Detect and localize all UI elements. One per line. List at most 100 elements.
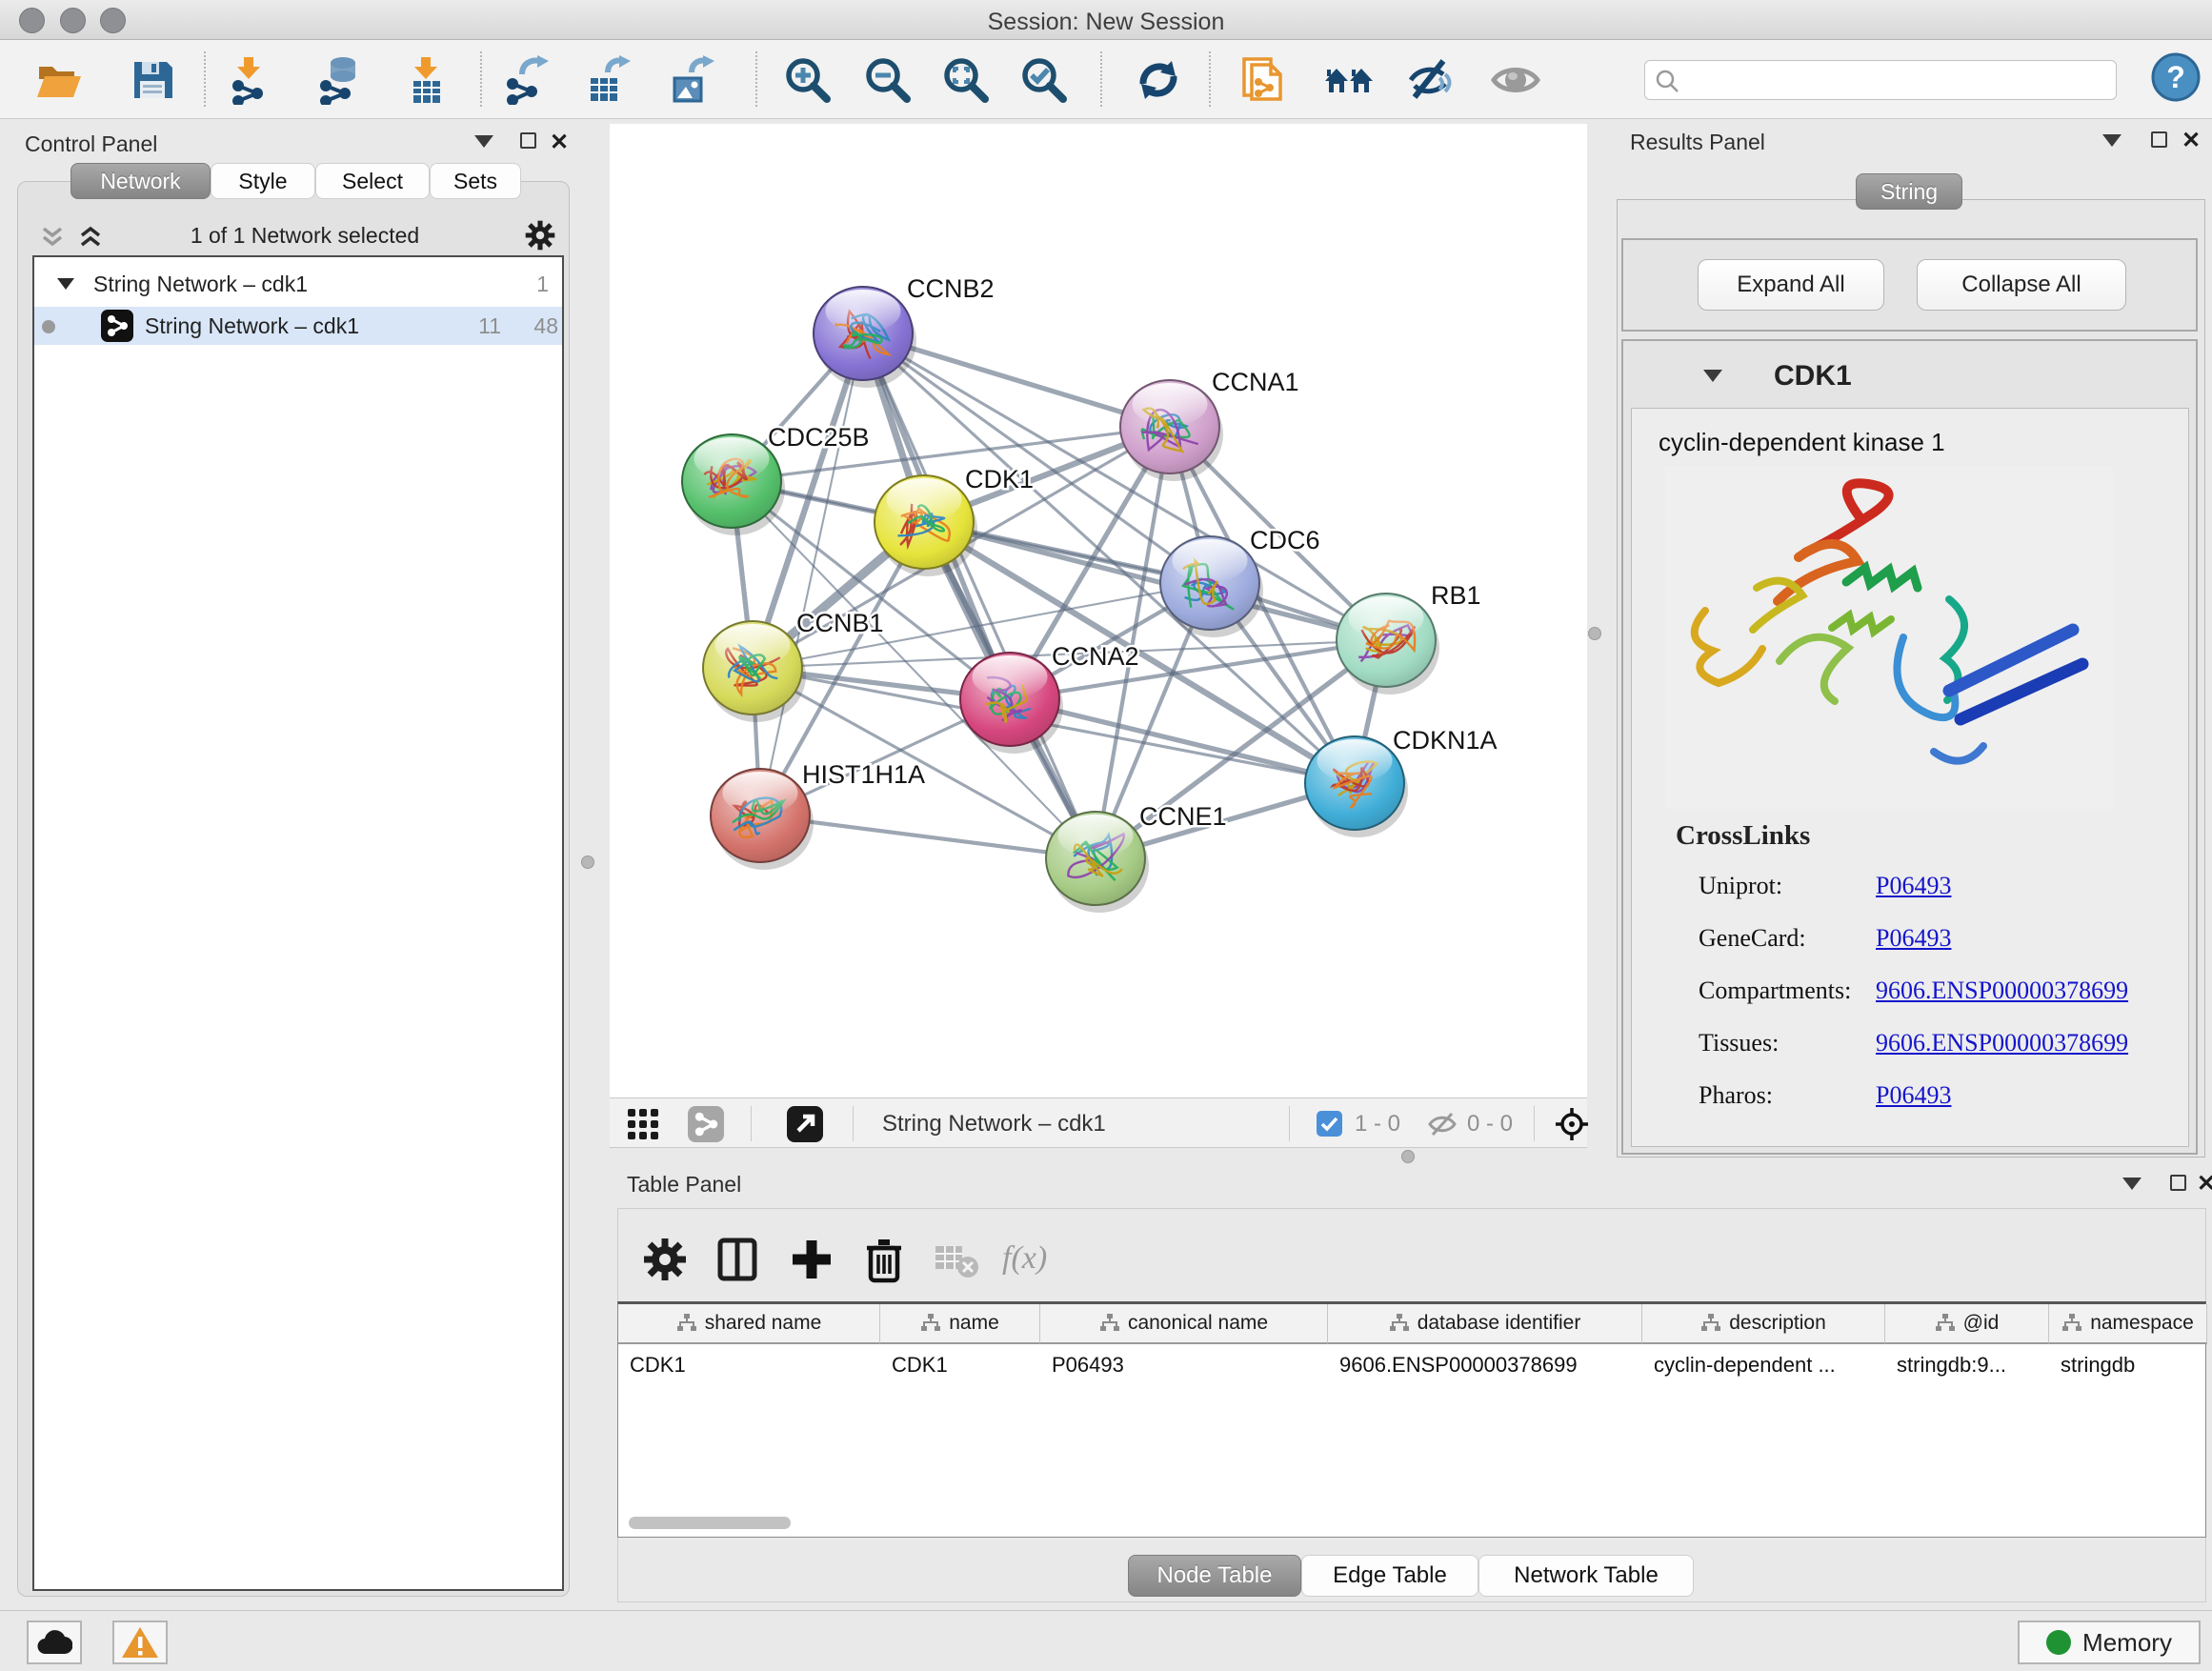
export-network-icon[interactable]: [501, 55, 551, 105]
column-header-namespace[interactable]: namespace: [2049, 1304, 2207, 1344]
table-hscrollbar-thumb[interactable]: [629, 1517, 791, 1529]
import-table-file-icon[interactable]: [402, 55, 452, 105]
tree-expand-icon[interactable]: [57, 278, 74, 290]
node-CDC25B[interactable]: CDC25B: [682, 423, 870, 535]
tab-network[interactable]: Network: [70, 163, 211, 199]
network-graph[interactable]: CCNB2CCNA1CDC25BCDK1CDC6RB1CCNB1CCNA2CDK…: [610, 124, 1587, 1097]
export-image-icon[interactable]: [667, 55, 716, 105]
collection-label: String Network – cdk1: [93, 265, 308, 303]
table-cell[interactable]: P06493: [1040, 1346, 1328, 1384]
table-cell[interactable]: CDK1: [618, 1346, 880, 1384]
node-CCNB1[interactable]: CCNB1: [703, 609, 884, 722]
bottom-splitter-handle[interactable]: [1401, 1150, 1415, 1163]
table-panel-collapse-icon[interactable]: [2122, 1178, 2142, 1190]
crosslink-value-link[interactable]: P06493: [1876, 924, 1951, 953]
string-import-icon[interactable]: [1240, 55, 1290, 105]
tab-sets[interactable]: Sets: [430, 163, 521, 199]
control-panel-close-icon[interactable]: ✕: [550, 131, 569, 154]
network-options-gear-icon[interactable]: [524, 219, 556, 252]
open-in-new-icon[interactable]: [787, 1106, 823, 1142]
selected-checkbox-icon[interactable]: [1317, 1111, 1342, 1137]
control-panel-collapse-icon[interactable]: [474, 135, 493, 148]
help-icon[interactable]: ?: [2151, 52, 2201, 102]
tab-edge-table[interactable]: Edge Table: [1301, 1555, 1478, 1597]
collapse-all-icon[interactable]: [38, 226, 67, 249]
column-header-canonicalname[interactable]: canonical name: [1040, 1304, 1328, 1344]
search-box: [1644, 60, 2117, 100]
column-header-label: namespace: [2090, 1312, 2194, 1335]
network-share-icon[interactable]: [688, 1106, 724, 1142]
node-CDC6[interactable]: CDC6: [1160, 526, 1320, 637]
save-session-icon[interactable]: [128, 55, 177, 105]
tab-style[interactable]: Style: [211, 163, 315, 199]
zoom-fit-icon[interactable]: [941, 55, 991, 105]
zoom-in-icon[interactable]: [783, 55, 833, 105]
column-header-databaseidentifier[interactable]: database identifier: [1328, 1304, 1642, 1344]
table-cell[interactable]: stringdb:9...: [1885, 1346, 2049, 1384]
refresh-icon[interactable]: [1134, 55, 1183, 105]
table-panel-close-icon[interactable]: ✕: [2197, 1173, 2212, 1196]
open-session-icon[interactable]: [34, 55, 84, 105]
table-cell[interactable]: cyclin-dependent ...: [1642, 1346, 1885, 1384]
network-row[interactable]: String Network – cdk1 11 48: [34, 307, 562, 345]
table-cell[interactable]: 9606.ENSP00000378699: [1328, 1346, 1642, 1384]
memory-button[interactable]: Memory: [2018, 1621, 2201, 1664]
string-hide-icon[interactable]: [1405, 55, 1455, 105]
table-panel-float-icon[interactable]: [2170, 1175, 2186, 1191]
tab-string[interactable]: String: [1856, 173, 1962, 210]
delete-column-icon[interactable]: [859, 1235, 909, 1284]
add-column-icon[interactable]: [787, 1235, 836, 1284]
node-CCNE1[interactable]: CCNE1: [1046, 802, 1227, 913]
crosslink-value-link[interactable]: 9606.ENSP00000378699: [1876, 1029, 2128, 1057]
node-HIST1H1A[interactable]: HIST1H1A: [711, 760, 925, 870]
left-splitter-handle[interactable]: [581, 856, 594, 869]
import-network-database-icon[interactable]: [314, 55, 364, 105]
crosslink-value-link[interactable]: P06493: [1876, 872, 1951, 900]
table-panel-title: Table Panel: [627, 1172, 741, 1198]
network-collection-row[interactable]: String Network – cdk1 1: [34, 265, 562, 303]
protein-structure-image: [1665, 466, 2113, 809]
string-home-icon[interactable]: [1324, 55, 1374, 105]
zoom-selected-icon[interactable]: [1019, 55, 1069, 105]
table-cell[interactable]: CDK1: [880, 1346, 1040, 1384]
tab-node-table[interactable]: Node Table: [1128, 1555, 1301, 1597]
zoom-out-icon[interactable]: [863, 55, 913, 105]
node-CCNB2[interactable]: CCNB2: [814, 274, 995, 388]
column-header-name[interactable]: name: [880, 1304, 1040, 1344]
tab-select[interactable]: Select: [315, 163, 430, 199]
table-cell[interactable]: stringdb: [2049, 1346, 2207, 1384]
expand-all-icon[interactable]: [76, 226, 105, 249]
column-header-sharedname[interactable]: shared name: [618, 1304, 880, 1344]
results-panel-close-icon[interactable]: ✕: [2182, 130, 2201, 152]
node-table[interactable]: shared nameCDK1nameCDK1canonical nameP06…: [617, 1301, 2206, 1538]
node-CDKN1A[interactable]: CDKN1A: [1305, 726, 1498, 837]
cloud-button[interactable]: [27, 1621, 82, 1664]
edge-CCNB2-HIST1H1A[interactable]: [760, 333, 863, 815]
protein-collapse-icon[interactable]: [1703, 370, 1722, 382]
column-header-description[interactable]: description: [1642, 1304, 1885, 1344]
collapse-all-button[interactable]: Collapse All: [1917, 259, 2126, 311]
warnings-button[interactable]: [112, 1621, 168, 1664]
crosslink-value-link[interactable]: 9606.ENSP00000378699: [1876, 976, 2128, 1005]
table-gear-icon[interactable]: [640, 1235, 690, 1284]
network-canvas[interactable]: CCNB2CCNA1CDC25BCDK1CDC6RB1CCNB1CCNA2CDK…: [610, 124, 1587, 1097]
control-panel-float-icon[interactable]: [520, 132, 536, 149]
results-panel-float-icon[interactable]: [2151, 131, 2167, 148]
fit-selected-crosshair-icon[interactable]: [1555, 1107, 1589, 1141]
import-network-file-icon[interactable]: [225, 55, 274, 105]
tab-network-table[interactable]: Network Table: [1478, 1555, 1694, 1597]
birdseye-grid-icon[interactable]: [627, 1108, 659, 1140]
crosslink-value-link[interactable]: P06493: [1876, 1081, 1951, 1110]
node-CCNA1[interactable]: CCNA1: [1120, 368, 1299, 481]
string-eye-icon[interactable]: [1491, 55, 1540, 105]
search-input[interactable]: [1683, 61, 2102, 99]
results-panel-collapse-icon[interactable]: [2102, 134, 2122, 147]
column-header-id[interactable]: @id: [1885, 1304, 2049, 1344]
node-RB1[interactable]: RB1: [1337, 581, 1481, 695]
expand-all-button[interactable]: Expand All: [1698, 259, 1884, 311]
show-columns-icon[interactable]: [713, 1235, 762, 1284]
right-splitter-handle[interactable]: [1588, 627, 1601, 640]
network-view-toolbar: String Network – cdk1 1 - 0 0 - 0: [610, 1097, 1587, 1148]
column-type-icon: [920, 1314, 941, 1333]
export-table-icon[interactable]: [583, 55, 633, 105]
